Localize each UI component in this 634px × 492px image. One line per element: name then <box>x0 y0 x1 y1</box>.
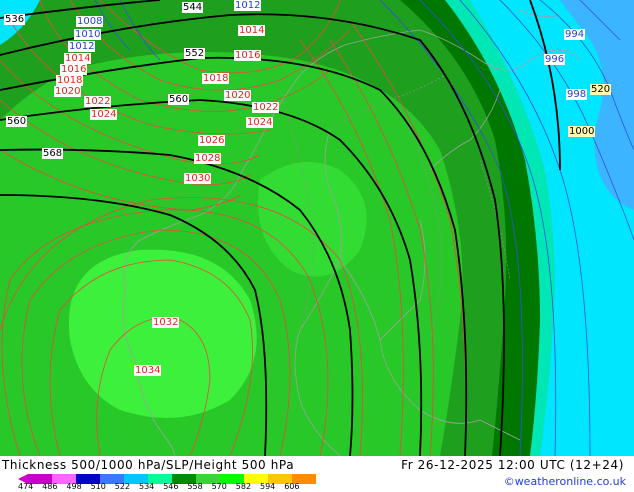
thickness-band-582 <box>68 249 257 418</box>
slp-label-1018-west: 1018 <box>56 75 84 86</box>
height-label-560-center: 560 <box>168 94 190 105</box>
slp-label-1024-west: 1024 <box>90 109 118 120</box>
slp-label-1012-north: 1012 <box>234 0 262 11</box>
slp-label-1016-west: 1016 <box>60 64 88 75</box>
slp-label-1034: 1034 <box>134 365 162 376</box>
thickness-label-520: 520 <box>590 84 612 95</box>
slp-label-1014-west: 1014 <box>64 53 92 64</box>
height-label-560-west: 560 <box>6 116 28 127</box>
height-label-536: 536 <box>4 14 26 25</box>
slp-label-1010: 1010 <box>74 29 102 40</box>
slp-label-1016-north: 1016 <box>234 50 262 61</box>
slp-label-1026: 1026 <box>198 135 226 146</box>
slp-label-1014-north: 1014 <box>238 25 266 36</box>
slp-label-1030: 1030 <box>184 173 212 184</box>
height-label-552: 552 <box>184 48 206 59</box>
color-scale-labels: 474 486 498 510 522 534 546 558 570 582 594 606 <box>4 482 334 492</box>
slp-label-1024-coast: 1024 <box>246 117 274 128</box>
slp-label-1028: 1028 <box>194 153 222 164</box>
map-panel: 536 544 552 560 560 568 1008 1010 1012 1… <box>0 0 634 456</box>
slp-label-1022-west: 1022 <box>84 96 112 107</box>
slp-label-1018-center: 1018 <box>202 73 230 84</box>
slp-label-1032: 1032 <box>152 317 180 328</box>
map-canvas <box>0 0 634 456</box>
height-label-544: 544 <box>182 2 204 13</box>
valid-time: Fr 26-12-2025 12:00 UTC (12+24) <box>401 458 624 472</box>
credit-link[interactable]: ©weatheronline.co.uk <box>504 475 626 488</box>
map-title: Thickness 500/1000 hPa/SLP/Height 500 hP… <box>2 458 295 472</box>
slp-label-998: 998 <box>566 89 588 100</box>
slp-label-1022-coast: 1022 <box>252 102 280 113</box>
slp-label-1008: 1008 <box>76 16 104 27</box>
slp-label-996: 996 <box>544 54 566 65</box>
slp-label-1000: 1000 <box>568 126 596 137</box>
slp-label-1020-center: 1020 <box>224 90 252 101</box>
slp-label-1012-west: 1012 <box>68 41 96 52</box>
slp-label-994: 994 <box>564 29 586 40</box>
height-label-568: 568 <box>42 148 64 159</box>
slp-label-1020-west: 1020 <box>54 86 82 97</box>
footer-bar: Thickness 500/1000 hPa/SLP/Height 500 hP… <box>0 456 634 492</box>
